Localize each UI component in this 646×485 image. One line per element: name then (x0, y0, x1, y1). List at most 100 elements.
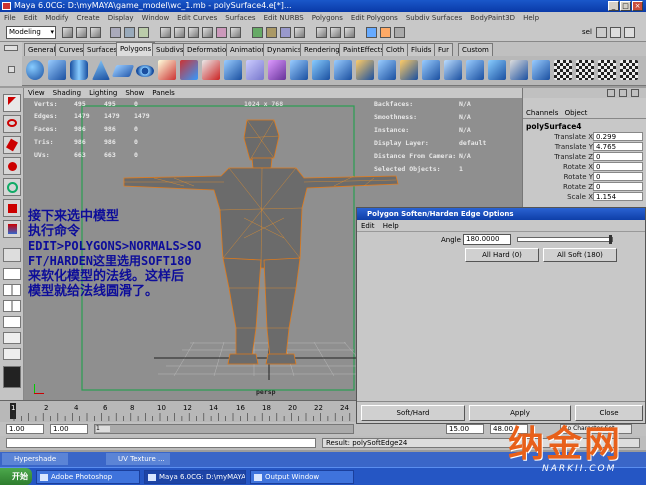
toggle-tool-settings-icon[interactable] (624, 27, 635, 38)
mirror-icon[interactable] (268, 60, 286, 80)
render-icon[interactable] (366, 27, 377, 38)
pick-mask-icon[interactable] (188, 27, 199, 38)
attr-rotate-y[interactable]: Rotate Y0 (523, 172, 646, 182)
snap-point-icon[interactable] (280, 27, 291, 38)
tab-fluids[interactable]: Fluids (407, 43, 436, 56)
uv-automatic-icon[interactable] (620, 60, 638, 80)
poly-cylinder-icon[interactable] (70, 60, 88, 80)
angle-input[interactable]: 180.0000 (463, 234, 511, 245)
append-polygon-icon[interactable] (400, 60, 418, 80)
task-output-window[interactable]: Output Window (250, 470, 354, 484)
two-view-layout-icon[interactable] (3, 300, 21, 312)
separate-icon[interactable] (180, 60, 198, 80)
select-tool-icon[interactable] (3, 94, 21, 112)
dialog-menu-help[interactable]: Help (377, 222, 399, 230)
attr-rotate-x[interactable]: Rotate X0 (523, 162, 646, 172)
poly-torus-icon[interactable] (136, 65, 154, 77)
menu-edit-polygons[interactable]: Edit Polygons (347, 12, 402, 24)
move-tool-icon[interactable] (3, 157, 21, 175)
menu-modify[interactable]: Modify (41, 12, 72, 24)
shelf-collapse-icon[interactable] (8, 66, 15, 73)
uv-planar-icon[interactable] (554, 60, 572, 80)
pick-mask-icon[interactable] (202, 27, 213, 38)
rotate-tool-icon[interactable] (3, 178, 21, 196)
snap-grid-icon[interactable] (252, 27, 263, 38)
four-view-layout-icon[interactable] (3, 284, 21, 296)
panel-menu-show[interactable]: Show (121, 88, 148, 98)
pick-mask-icon[interactable] (216, 27, 227, 38)
angle-slider-thumb[interactable] (609, 235, 612, 244)
attr-value[interactable]: 1.154 (593, 192, 643, 201)
task-photoshop[interactable]: Adobe Photoshop (36, 470, 140, 484)
menu-display[interactable]: Display (104, 12, 138, 24)
menu-create[interactable]: Create (72, 12, 103, 24)
attr-scale-x[interactable]: Scale X 1.154 (523, 192, 646, 202)
combine-icon[interactable] (158, 60, 176, 80)
last-tool-icon[interactable] (3, 248, 21, 262)
tab-fur[interactable]: Fur (434, 43, 453, 56)
boolean-icon[interactable] (246, 60, 264, 80)
panel-layout-icon[interactable] (631, 89, 639, 97)
tab-custom[interactable]: Custom (458, 43, 493, 56)
graph-layout-icon[interactable] (3, 332, 21, 344)
attr-value[interactable]: 0.299 (593, 132, 643, 141)
tab-object[interactable]: Object (561, 109, 588, 117)
output-ops-icon[interactable] (344, 27, 355, 38)
quadrangulate-icon[interactable] (532, 60, 550, 80)
split-polygon-icon[interactable] (356, 60, 374, 80)
menu-edit-nurbs[interactable]: Edit NURBS (260, 12, 308, 24)
poly-plane-icon[interactable] (111, 65, 135, 77)
pick-mask-icon[interactable] (174, 27, 185, 38)
all-soft-button[interactable]: All Soft (180) (543, 248, 617, 262)
range-handle[interactable]: 1 (96, 426, 110, 432)
history-icon[interactable] (316, 27, 327, 38)
attr-translate-x[interactable]: Translate X 0.299 (523, 132, 646, 142)
panel-layout-icon[interactable] (607, 89, 615, 97)
mel-input[interactable] (6, 438, 316, 448)
panel-menu-view[interactable]: View (24, 88, 49, 98)
menu-bodypaint[interactable]: BodyPaint3D (466, 12, 519, 24)
attr-translate-z[interactable]: Translate Z0 (523, 152, 646, 162)
ipr-render-icon[interactable] (380, 27, 391, 38)
selection-field[interactable] (596, 27, 607, 38)
scale-tool-icon[interactable] (3, 199, 21, 217)
menu-surfaces[interactable]: Surfaces (221, 12, 259, 24)
paint-select-icon[interactable] (3, 136, 21, 154)
panel-menu-panels[interactable]: Panels (148, 88, 179, 98)
menu-edit[interactable]: Edit (20, 12, 42, 24)
poly-cone-icon[interactable] (92, 60, 110, 80)
uv-spherical-icon[interactable] (598, 60, 616, 80)
attr-translate-y[interactable]: Translate Y 4.765 (523, 142, 646, 152)
toggle-channel-box-icon[interactable] (610, 27, 621, 38)
attr-value[interactable]: 0 (593, 152, 643, 161)
playback-end-field[interactable]: 15.00 (446, 424, 484, 434)
menu-help[interactable]: Help (519, 12, 543, 24)
smooth-icon[interactable] (224, 60, 242, 80)
attr-value[interactable]: 0 (593, 162, 643, 171)
tab-rendering[interactable]: Rendering (300, 43, 344, 56)
extract-icon[interactable] (202, 60, 220, 80)
menu-edit-curves[interactable]: Edit Curves (173, 12, 221, 24)
dialog-menu-edit[interactable]: Edit (357, 222, 375, 230)
attr-rotate-z[interactable]: Rotate Z0 (523, 182, 646, 192)
extrude-edge-icon[interactable] (312, 60, 330, 80)
apply-button[interactable]: Apply (469, 405, 571, 421)
manipulator-tool-icon[interactable] (3, 220, 21, 238)
collapse-icon[interactable] (466, 60, 484, 80)
snap-curve-icon[interactable] (266, 27, 277, 38)
panel-menu-shading[interactable]: Shading (49, 88, 85, 98)
playback-start-field[interactable]: 1.00 (50, 424, 88, 434)
minimize-button[interactable]: _ (608, 1, 619, 11)
snap-surface-icon[interactable] (294, 27, 305, 38)
new-scene-icon[interactable] (62, 27, 73, 38)
menu-polygons[interactable]: Polygons (308, 12, 347, 24)
select-hierarchy-icon[interactable] (110, 27, 121, 38)
hypershade-layout-icon[interactable] (3, 348, 21, 360)
pick-mask-icon[interactable] (230, 27, 241, 38)
save-scene-icon[interactable] (90, 27, 101, 38)
hypershade-window[interactable]: Hypershade (2, 453, 68, 465)
time-slider[interactable]: 1 2 4 6 8 10 12 14 16 18 20 22 24 (0, 400, 356, 422)
poly-cube-icon[interactable] (48, 60, 66, 80)
input-ops-icon[interactable] (330, 27, 341, 38)
start-time-field[interactable]: 1.00 (6, 424, 44, 434)
